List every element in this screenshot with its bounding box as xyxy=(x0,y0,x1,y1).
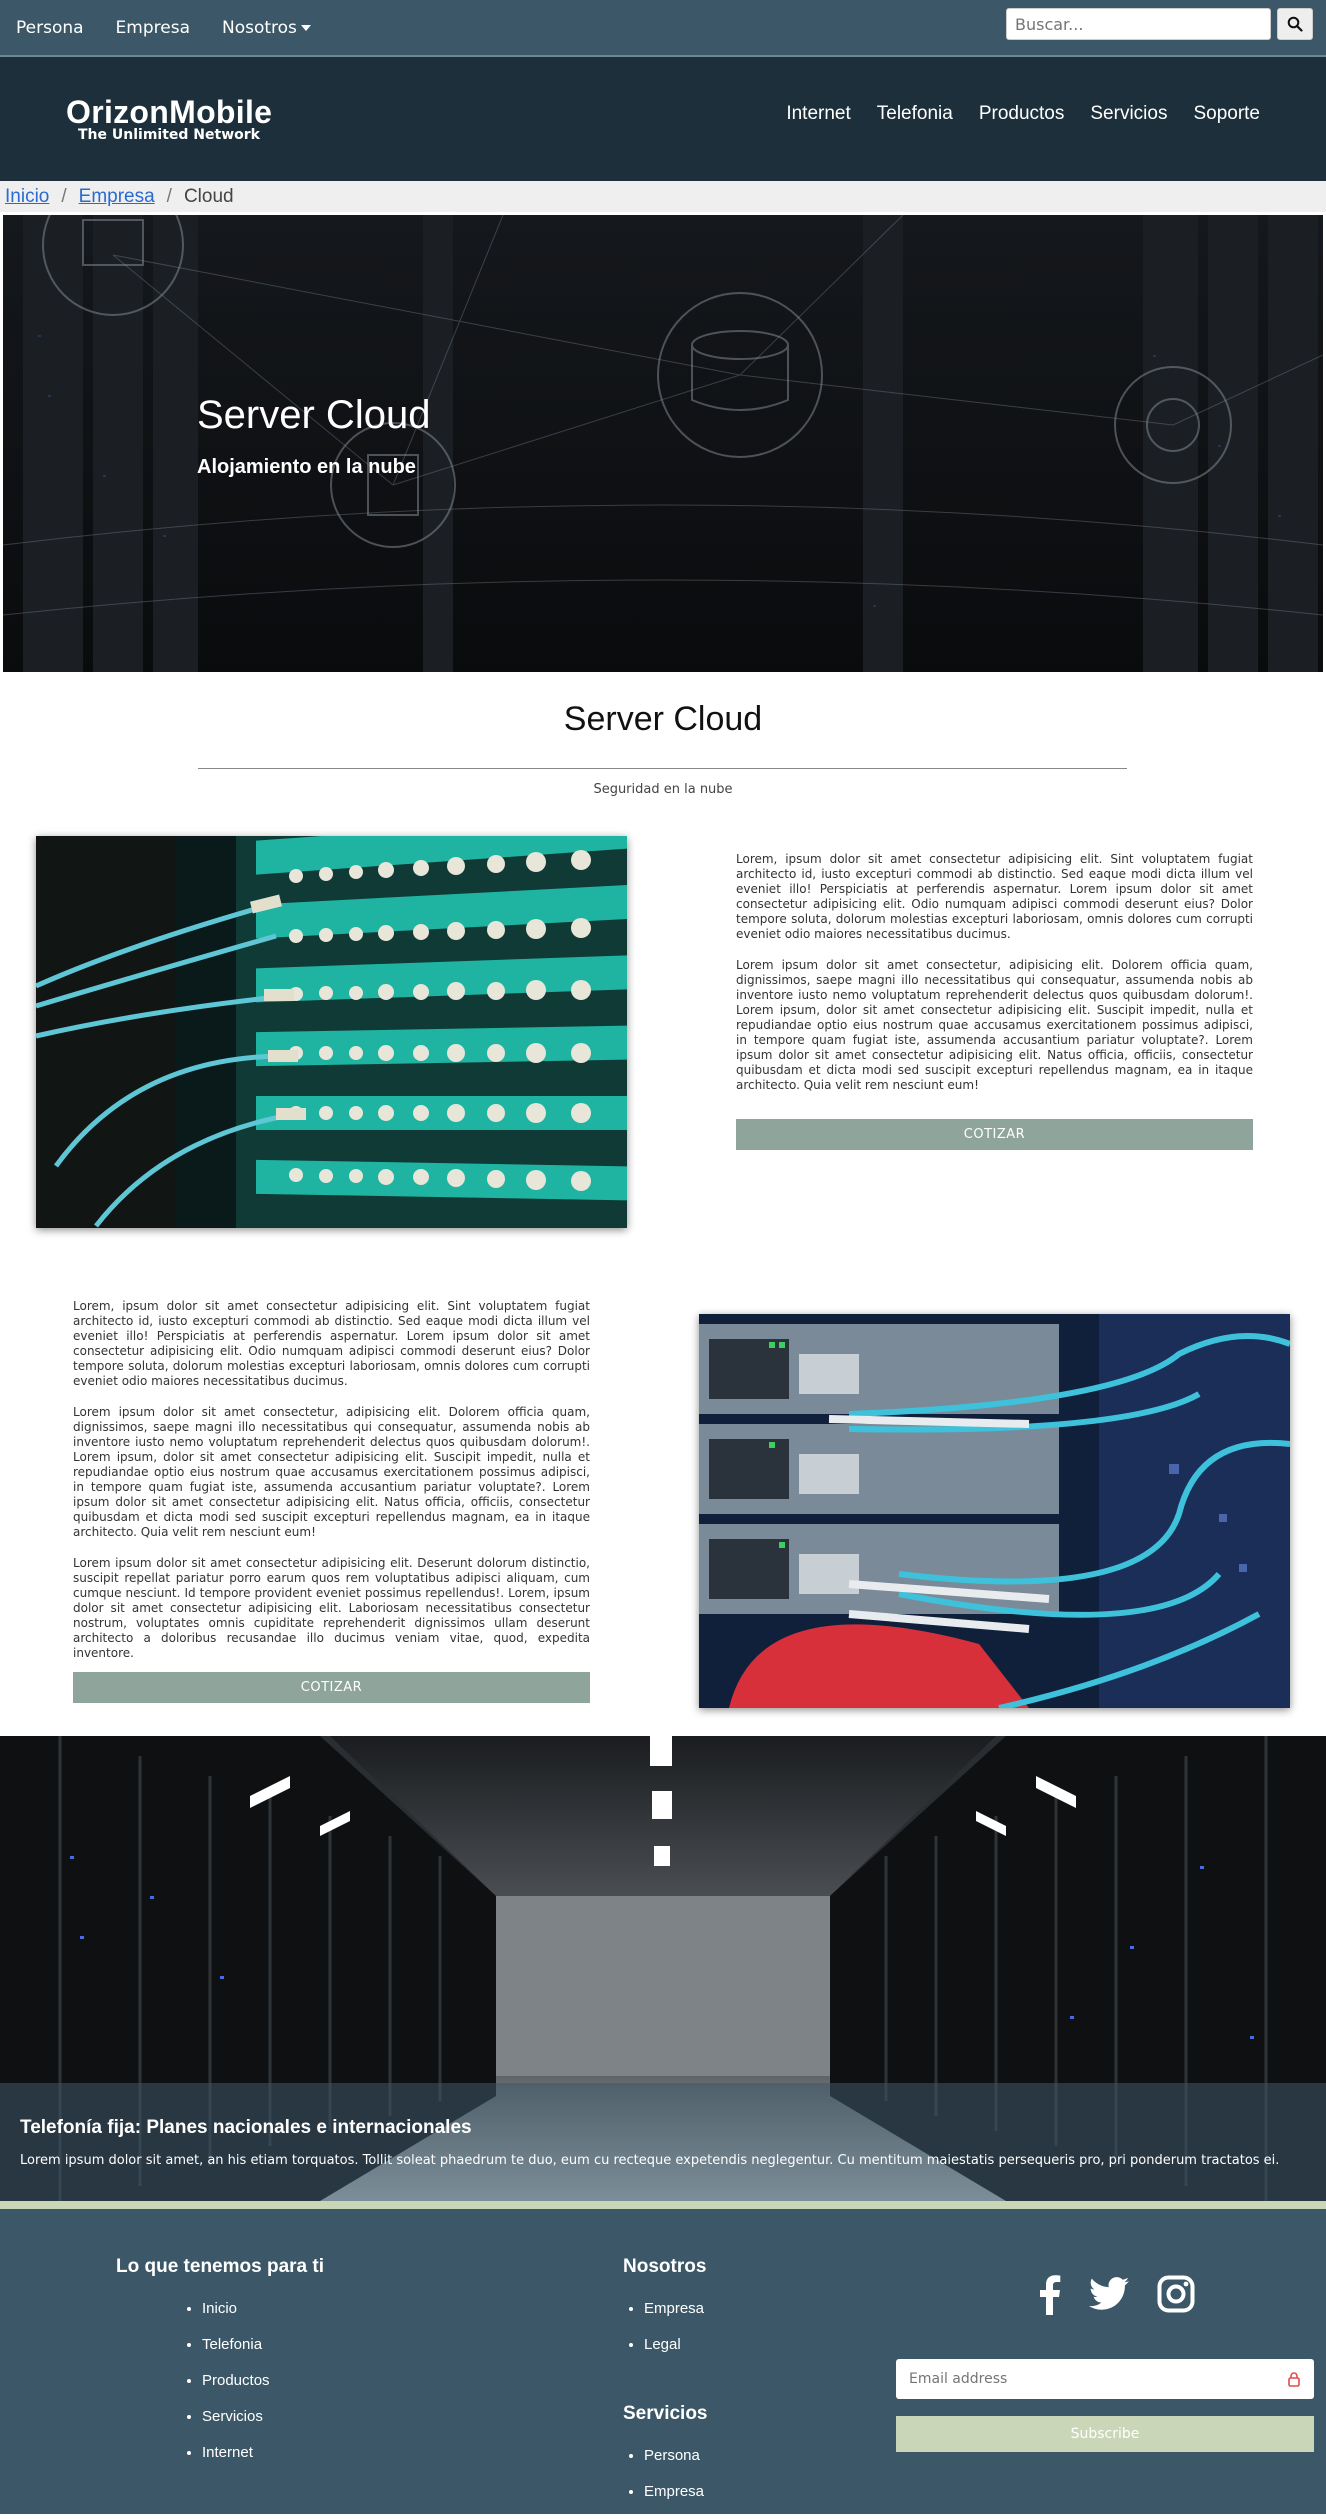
social-links xyxy=(1037,2273,1195,2315)
block2-paragraph: Lorem ipsum dolor sit amet consectetur a… xyxy=(73,1556,590,1660)
nav-servicios[interactable]: Servicios xyxy=(1090,103,1167,125)
server-cables-image xyxy=(699,1314,1290,1708)
footer-link-empresa[interactable]: Empresa xyxy=(644,2483,708,2500)
block2-text: Lorem, ipsum dolor sit amet consectetur … xyxy=(73,1299,590,1677)
breadcrumb-separator: / xyxy=(166,185,172,207)
nav-productos[interactable]: Productos xyxy=(979,103,1065,125)
footer-link-productos[interactable]: Productos xyxy=(202,2372,324,2389)
banner-caption: Telefonía fija: Planes nacionales e inte… xyxy=(0,2083,1326,2201)
logo-name: OrizonMobile xyxy=(66,94,273,130)
hero-subtitle: Alojamiento en la nube xyxy=(197,456,416,478)
footer-col-title: Lo que tenemos para ti xyxy=(116,2256,324,2277)
subscribe-button[interactable]: Subscribe xyxy=(896,2416,1314,2452)
nav-telefonia[interactable]: Telefonia xyxy=(877,103,953,125)
search-icon xyxy=(1287,16,1303,32)
footer-col-nosotros: Nosotros Empresa Legal xyxy=(623,2256,706,2372)
breadcrumb: Inicio / Empresa / Cloud xyxy=(0,181,1326,212)
section-divider xyxy=(198,768,1127,769)
cotizar-button[interactable]: COTIZAR xyxy=(736,1119,1253,1150)
email-field-wrapper xyxy=(896,2359,1314,2399)
search-button[interactable] xyxy=(1277,8,1313,40)
nav-internet[interactable]: Internet xyxy=(786,103,850,125)
footer-link-inicio[interactable]: Inicio xyxy=(202,2300,324,2317)
footer-col-offers: Lo que tenemos para ti Inicio Telefonia … xyxy=(116,2256,324,2480)
breadcrumb-link-inicio[interactable]: Inicio xyxy=(5,186,49,208)
footer-link-legal[interactable]: Legal xyxy=(644,2336,706,2353)
hero-title: Server Cloud xyxy=(197,393,431,437)
top-bar: Persona Empresa Nosotros xyxy=(0,0,1326,57)
logo[interactable]: OrizonMobile The Unlimited Network xyxy=(66,94,272,143)
footer-col-servicios: Servicios Persona Empresa xyxy=(623,2403,708,2519)
banner-text: Lorem ipsum dolor sit amet, an his etiam… xyxy=(20,2153,1280,2168)
footer: Lo que tenemos para ti Inicio Telefonia … xyxy=(0,2209,1326,2514)
breadcrumb-link-empresa[interactable]: Empresa xyxy=(79,186,155,208)
search-form xyxy=(1006,8,1313,40)
block2-paragraph: Lorem, ipsum dolor sit amet consectetur … xyxy=(73,1299,590,1388)
email-field[interactable] xyxy=(909,2371,1249,2387)
logo-tagline: The Unlimited Network xyxy=(78,127,260,143)
block2-paragraph: Lorem ipsum dolor sit amet consectetur, … xyxy=(73,1405,590,1539)
main-nav: Internet Telefonia Productos Servicios S… xyxy=(786,103,1260,125)
server-cables-illustration xyxy=(699,1314,1290,1708)
banner-title: Telefonía fija: Planes nacionales e inte… xyxy=(20,2117,472,2138)
section-title: Server Cloud xyxy=(563,700,763,738)
block1-paragraph: Lorem, ipsum dolor sit amet consectetur … xyxy=(736,852,1253,941)
breadcrumb-current: Cloud xyxy=(183,185,234,207)
topbar-link-empresa[interactable]: Empresa xyxy=(116,18,190,38)
search-input[interactable] xyxy=(1006,8,1271,40)
footer-link-servicios[interactable]: Servicios xyxy=(202,2408,324,2425)
breadcrumb-separator: / xyxy=(61,185,67,207)
main-header: OrizonMobile The Unlimited Network Inter… xyxy=(0,57,1326,181)
hero-background-image xyxy=(3,215,1323,672)
datacenter-banner: Telefonía fija: Planes nacionales e inte… xyxy=(0,1736,1326,2201)
lock-icon xyxy=(1288,2372,1300,2387)
footer-link-persona[interactable]: Persona xyxy=(644,2447,708,2464)
caret-down-icon xyxy=(300,24,311,31)
hero-banner: Server Cloud Alojamiento en la nube xyxy=(3,215,1323,672)
section-subtitle: Seguridad en la nube xyxy=(593,782,733,797)
topbar-dropdown-nosotros[interactable]: Nosotros xyxy=(222,18,311,38)
footer-link-internet[interactable]: Internet xyxy=(202,2444,324,2461)
twitter-icon[interactable] xyxy=(1089,2277,1129,2311)
footer-col-title: Servicios xyxy=(623,2403,708,2424)
topbar-link-nosotros-label: Nosotros xyxy=(222,17,297,38)
footer-link-empresa[interactable]: Empresa xyxy=(644,2300,706,2317)
facebook-icon[interactable] xyxy=(1037,2273,1061,2315)
cotizar-button[interactable]: COTIZAR xyxy=(73,1672,590,1703)
banner-divider xyxy=(0,2201,1326,2209)
footer-link-telefonia[interactable]: Telefonia xyxy=(202,2336,324,2353)
footer-col-title: Nosotros xyxy=(623,2256,707,2277)
fiber-patch-panel-illustration xyxy=(36,836,627,1228)
block1-text: Lorem, ipsum dolor sit amet consectetur … xyxy=(736,852,1253,1109)
topbar-link-persona[interactable]: Persona xyxy=(16,18,84,38)
block1-paragraph: Lorem ipsum dolor sit amet consectetur, … xyxy=(736,958,1253,1092)
nav-soporte[interactable]: Soporte xyxy=(1193,103,1260,125)
instagram-icon[interactable] xyxy=(1157,2275,1195,2313)
fiber-patch-panel-image xyxy=(36,836,627,1228)
